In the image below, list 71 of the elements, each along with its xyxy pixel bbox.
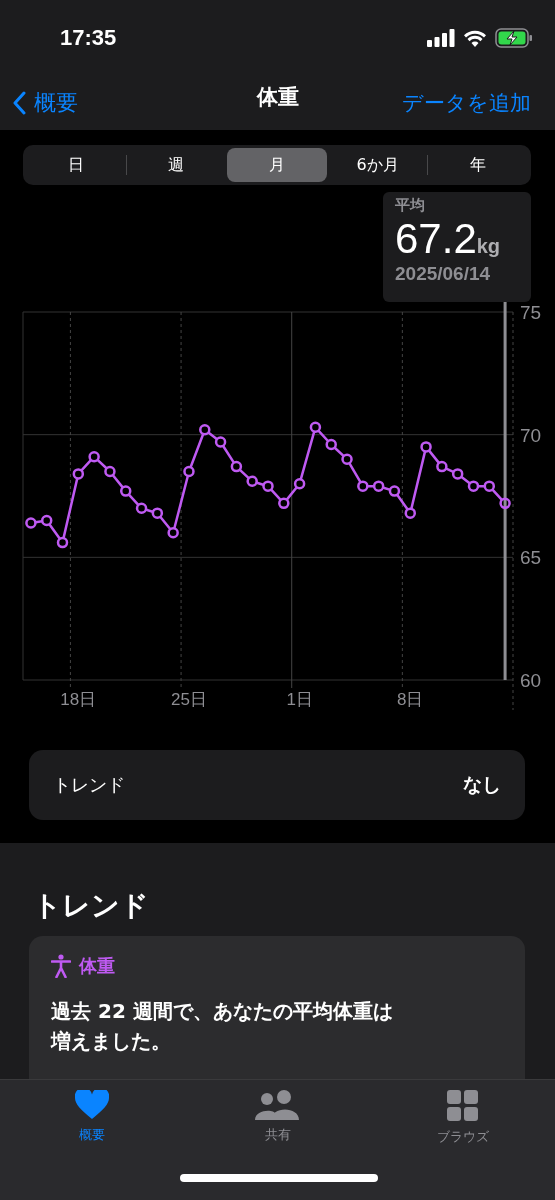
point <box>325 438 337 451</box>
wifi-icon <box>463 28 487 47</box>
point <box>483 480 496 492</box>
trend-label: トレンド <box>53 773 125 797</box>
point <box>404 507 417 519</box>
trend-card[interactable]: 体重 過去 22 週間で、あなたの平均体重は増えました。 <box>29 936 525 1079</box>
x-axis-label: 25日 <box>171 690 207 709</box>
screen-title: 体重 <box>256 84 299 111</box>
point <box>56 536 69 549</box>
people-icon <box>254 1090 301 1120</box>
y-axis-label: 60 <box>520 670 542 691</box>
point <box>372 480 385 492</box>
point <box>151 507 164 519</box>
point <box>467 480 480 492</box>
battery-charging-icon <box>495 27 533 48</box>
point <box>119 485 132 497</box>
point <box>104 465 116 478</box>
back-button[interactable]: 概要 <box>12 87 78 118</box>
point <box>436 460 448 473</box>
segment-tab[interactable]: 週 <box>126 148 227 182</box>
segment-tab[interactable]: 年 <box>428 148 528 182</box>
point <box>499 497 511 510</box>
trend-value: なし <box>463 772 501 797</box>
point <box>309 421 322 434</box>
y-axis-label: 70 <box>520 424 542 446</box>
point <box>420 441 432 453</box>
person-figure-icon <box>51 954 71 978</box>
segment-tab[interactable]: 日 <box>26 148 126 182</box>
tab-item[interactable]: ブラウズ <box>411 1090 515 1146</box>
point <box>278 497 290 510</box>
tab-item[interactable]: 共有 <box>225 1090 330 1146</box>
x-axis-label: 18日 <box>60 690 97 709</box>
tab-item[interactable]: 概要 <box>40 1090 144 1146</box>
trend-description: 過去 22 週間で、あなたの平均体重は増えました。 <box>51 998 394 1055</box>
summary-label: 平均 <box>395 196 426 215</box>
point <box>293 477 306 490</box>
y-axis-label: 65 <box>520 547 542 569</box>
point <box>341 453 353 465</box>
point <box>40 514 53 527</box>
y-axis-label: 75 <box>520 302 542 323</box>
grid-icon <box>447 1090 479 1122</box>
point <box>357 480 369 492</box>
point <box>88 451 100 463</box>
x-axis-label: 1日 <box>286 690 313 709</box>
point <box>388 485 401 497</box>
summary-unit: kg <box>476 235 501 258</box>
back-label: 概要 <box>34 88 78 117</box>
heart-icon <box>75 1090 109 1120</box>
point <box>25 517 37 529</box>
point <box>262 480 274 492</box>
point <box>214 436 227 448</box>
segment-tab[interactable]: 6か月 <box>327 148 428 182</box>
section-heading: トレンド <box>33 888 150 924</box>
point <box>199 424 211 436</box>
x-axis-label: 8日 <box>397 690 424 709</box>
point <box>72 468 85 480</box>
signal-icon <box>427 28 455 47</box>
status-time: 17:35 <box>60 24 117 51</box>
point <box>183 465 195 478</box>
point <box>135 502 148 515</box>
summary-value: 67.2 <box>395 215 477 264</box>
chevron-left-icon <box>12 90 26 115</box>
segment-tab[interactable]: 月 <box>227 148 327 182</box>
point <box>451 468 464 480</box>
point <box>230 460 243 473</box>
card-category: 体重 <box>79 954 115 978</box>
trend-row[interactable]: トレンド なし <box>29 750 525 820</box>
point <box>246 475 258 488</box>
summary-date: 2025/06/14 <box>395 263 492 286</box>
add-data-button[interactable]: データを追加 <box>402 88 531 117</box>
point <box>167 527 179 539</box>
